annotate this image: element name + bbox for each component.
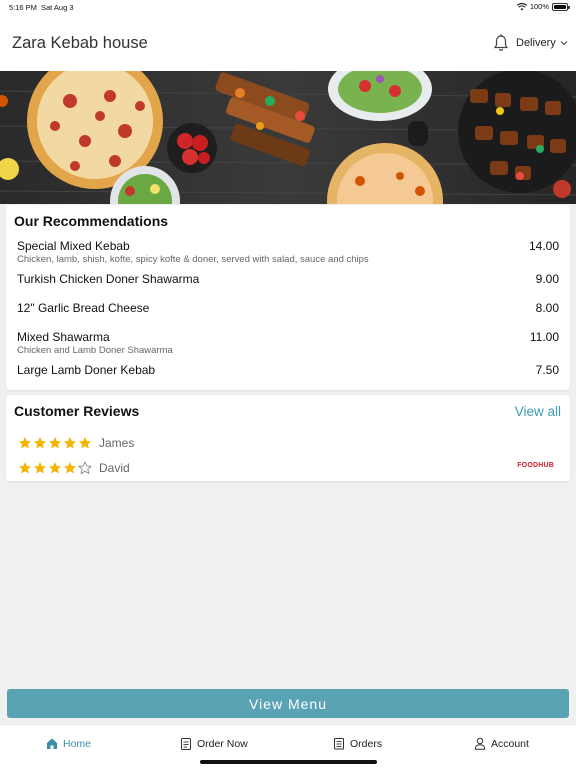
nav-order-now[interactable]: Order Now (180, 737, 248, 750)
restaurant-title: Zara Kebab house (12, 34, 148, 52)
foodhub-logo: FOODHUB (517, 462, 554, 469)
reviewer-name: James (99, 436, 135, 450)
nav-orders-label: Orders (350, 737, 383, 750)
star-filled-icon (34, 437, 46, 449)
item-name: Turkish Chicken Doner Shawarma (17, 272, 200, 286)
recommendations-card: Our Recommendations Special Mixed Kebab … (6, 205, 570, 390)
star-filled-icon (49, 437, 61, 449)
nav-home-label: Home (63, 737, 92, 750)
item-name: Mixed Shawarma (17, 330, 110, 344)
recommendation-item[interactable]: Large Lamb Doner Kebab 7.50 (17, 363, 559, 377)
item-price: 14.00 (528, 239, 559, 253)
view-all-reviews-link[interactable]: View all (515, 404, 561, 419)
star-filled-icon (34, 462, 46, 474)
view-menu-button[interactable]: View Menu (7, 689, 569, 718)
star-rating (18, 461, 92, 475)
battery-icon (552, 2, 570, 11)
home-icon (47, 738, 57, 749)
clipboard-icon (181, 738, 191, 750)
star-rating (18, 436, 92, 450)
review-row: David (18, 461, 130, 475)
recommendation-item[interactable]: Mixed Shawarma Chicken and Lamb Doner Sh… (17, 330, 559, 356)
reviews-title: Customer Reviews (14, 403, 140, 419)
item-description: Chicken and Lamb Doner Shawarma (17, 345, 173, 356)
recommendations-title: Our Recommendations (14, 213, 169, 229)
star-filled-icon (19, 437, 31, 449)
nav-order-now-label: Order Now (197, 737, 248, 750)
recommendation-item[interactable]: Turkish Chicken Doner Shawarma 9.00 (17, 272, 559, 286)
star-filled-icon (19, 462, 31, 474)
bottom-navigation: Home Order Now Orders Account (0, 724, 576, 768)
item-price: 7.50 (535, 363, 559, 377)
recommendation-item[interactable]: Special Mixed Kebab Chicken, lamb, shish… (17, 239, 559, 265)
user-icon (474, 737, 486, 750)
status-right: 100% (516, 2, 570, 11)
status-time: 5:16 PM (9, 3, 37, 12)
star-filled-icon (49, 462, 61, 474)
delivery-mode-selector[interactable]: Delivery (516, 37, 568, 49)
app-header: Zara Kebab house Delivery (0, 14, 576, 71)
food-illustration (0, 71, 576, 204)
receipt-icon (334, 738, 344, 750)
recommendation-item[interactable]: 12" Garlic Bread Cheese 8.00 (17, 301, 559, 315)
star-filled-icon (64, 462, 76, 474)
status-bar: 5:16 PM Sat Aug 3 100% (0, 0, 576, 14)
hero-food-image (0, 71, 576, 204)
item-price: 11.00 (529, 330, 559, 344)
customer-reviews-card: Customer Reviews View all James David FO… (6, 395, 570, 481)
item-description: Chicken, lamb, shish, kofte, spicy kofte… (17, 254, 369, 265)
chevron-down-icon (560, 41, 568, 46)
nav-account-label: Account (491, 737, 529, 750)
item-price: 9.00 (535, 272, 559, 286)
reviewer-name: David (99, 461, 130, 475)
star-empty-icon (78, 461, 92, 475)
item-name: Large Lamb Doner Kebab (17, 363, 156, 377)
item-name: Special Mixed Kebab (17, 239, 130, 253)
delivery-mode-label: Delivery (516, 37, 556, 49)
home-indicator (200, 760, 377, 764)
bell-icon[interactable] (493, 34, 509, 52)
review-row: James (18, 436, 134, 450)
wifi-icon (516, 2, 527, 10)
star-filled-icon (64, 437, 76, 449)
item-name: 12" Garlic Bread Cheese (17, 301, 150, 315)
battery-percent: 100% (529, 2, 549, 11)
star-filled-icon (79, 437, 91, 449)
nav-orders[interactable]: Orders (333, 737, 382, 750)
item-price: 8.00 (535, 301, 559, 315)
nav-home[interactable]: Home (46, 737, 91, 750)
status-date: Sat Aug 3 (41, 3, 74, 12)
nav-account[interactable]: Account (474, 737, 529, 750)
